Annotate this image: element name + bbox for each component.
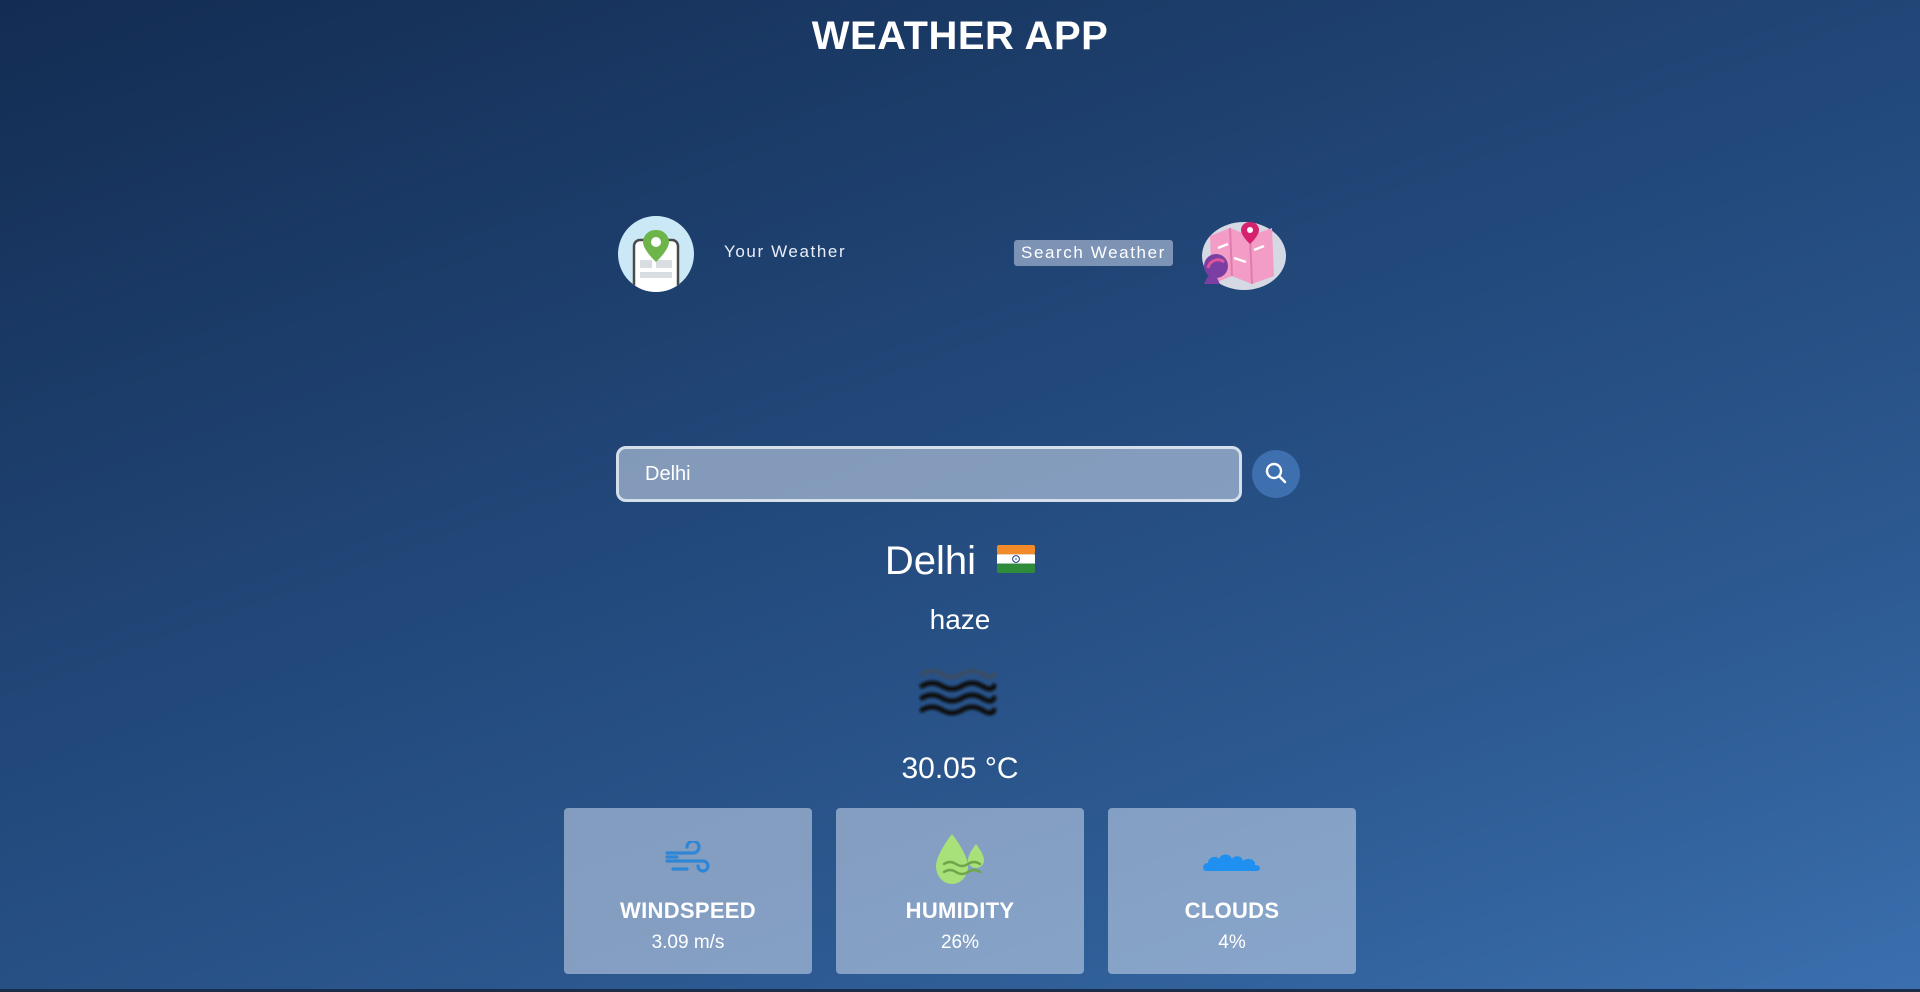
humidity-value: 26% [940,932,980,953]
search-button[interactable] [1252,450,1300,498]
clouds-value: 4% [1218,932,1246,953]
windspeed-card: WINDSPEED 3.09 m/s [564,808,812,974]
temperature: 30.05 °C [901,752,1019,785]
tab-bar: Your Weather Search Weather [618,216,1290,292]
clouds-card: CLOUDS 4% [1108,808,1356,974]
humidity-card: HUMIDITY 26% [836,808,1084,974]
india-flag-icon [997,535,1036,585]
wind-icon [564,828,812,890]
windspeed-value: 3.09 m/s [651,932,725,953]
tab-search-weather[interactable]: Search Weather [1014,240,1173,266]
search-icon [1264,461,1288,488]
map-pin-phone-icon[interactable] [618,216,694,292]
haze-icon [916,664,1000,724]
clouds-title: CLOUDS [1184,898,1280,923]
map-search-icon[interactable] [1194,218,1290,292]
search-input[interactable] [616,446,1242,502]
tab-your-weather[interactable]: Your Weather [724,242,846,262]
app-title: WEATHER APP [811,14,1109,58]
weather-description: haze [929,604,991,635]
humidity-icon [836,828,1084,890]
search-form [616,446,1302,502]
humidity-title: HUMIDITY [905,898,1015,923]
windspeed-title: WINDSPEED [620,898,756,923]
city-name: Delhi [884,539,977,583]
city-row: Delhi [0,536,1920,586]
cloud-icon [1108,828,1356,890]
